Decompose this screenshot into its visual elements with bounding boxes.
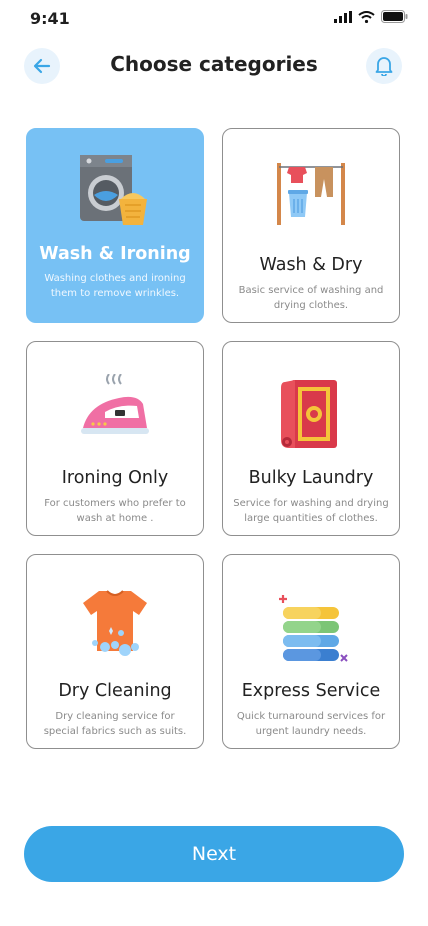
category-description: Basic service of washing and drying clot…	[238, 285, 384, 311]
rug-icon	[281, 380, 337, 448]
category-name: Wash & Ironing	[39, 244, 191, 264]
category-card-wash-dry[interactable]: Wash & Dry Basic service of washing and …	[222, 128, 400, 323]
category-name: Express Service	[241, 681, 381, 701]
category-name: Wash & Dry	[259, 255, 363, 275]
battery-icon	[381, 10, 408, 23]
page-title: Choose categories	[110, 52, 318, 76]
clothesline-icon	[277, 163, 345, 225]
category-card-express-service[interactable]: Express Service Quick turnaround service…	[222, 554, 400, 749]
category-name: Dry Cleaning	[58, 681, 172, 701]
tshirt-bubbles-icon	[83, 590, 147, 656]
category-card-bulky-laundry[interactable]: Bulky Laundry Service for washing and dr…	[222, 341, 400, 536]
signal-icon	[334, 10, 352, 23]
category-name: Ironing Only	[61, 468, 169, 488]
wifi-icon	[358, 10, 375, 23]
header: Choose categories	[0, 46, 428, 90]
category-description: Quick turnaround services for urgent lau…	[236, 711, 386, 737]
next-button[interactable]: Next	[24, 826, 404, 882]
notifications-button[interactable]	[366, 48, 402, 84]
category-description: Washing clothes and ironing them to remo…	[44, 273, 186, 299]
status-icons	[334, 10, 408, 23]
category-card-ironing-only[interactable]: Ironing Only For customers who prefer to…	[26, 341, 204, 536]
folded-towels-icon	[279, 595, 348, 662]
category-description: Service for washing and drying large qua…	[233, 498, 389, 524]
category-description: For customers who prefer to wash at home…	[44, 498, 186, 524]
bell-icon	[375, 57, 393, 76]
category-card-wash-ironing[interactable]: Wash & Ironing Washing clothes and ironi…	[26, 128, 204, 323]
category-name: Bulky Laundry	[248, 468, 374, 488]
status-bar: 9:41	[0, 0, 428, 40]
category-card-dry-cleaning[interactable]: Dry Cleaning Dry cleaning service for sp…	[26, 554, 204, 749]
category-description: Dry cleaning service for special fabrics…	[43, 711, 187, 737]
status-time: 9:41	[30, 9, 70, 28]
iron-icon	[81, 374, 149, 434]
washing-machine-icon	[80, 155, 147, 225]
